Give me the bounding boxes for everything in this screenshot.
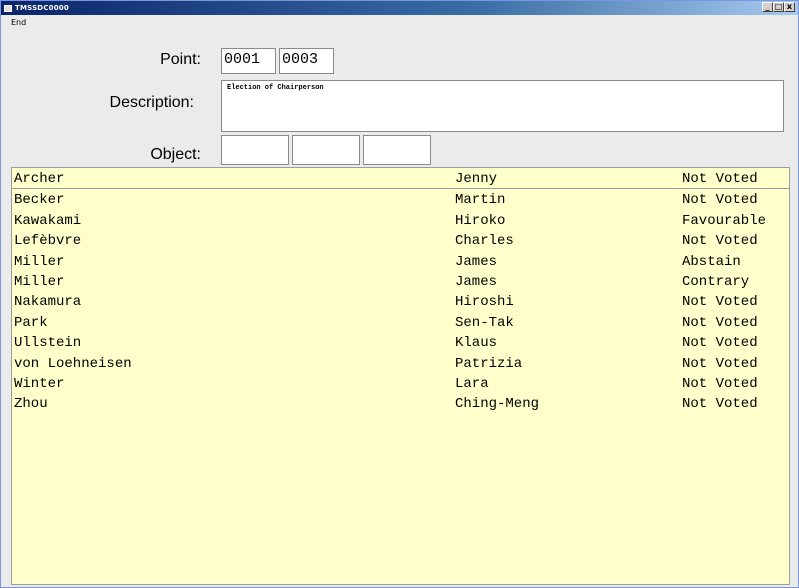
list-row[interactable]: Park Sen-Tak Not Voted bbox=[12, 312, 789, 332]
vote-status: Contrary bbox=[682, 273, 750, 290]
first-name: James bbox=[455, 253, 498, 270]
vote-status: Not Voted bbox=[682, 171, 758, 187]
last-name: Becker bbox=[14, 192, 65, 209]
last-name: Kawakami bbox=[14, 212, 82, 229]
list-row[interactable]: von Loehneisen Patrizia Not Voted bbox=[12, 353, 789, 373]
vote-status: Not Voted bbox=[682, 335, 758, 352]
vote-status: Not Voted bbox=[682, 396, 758, 413]
vote-status: Not Voted bbox=[682, 355, 758, 372]
vote-status: Not Voted bbox=[682, 294, 758, 311]
vote-status: Not Voted bbox=[682, 192, 758, 209]
point-label: Point: bbox=[160, 51, 201, 68]
first-name: James bbox=[455, 273, 498, 290]
list-row[interactable]: Kawakami Hiroko Favourable bbox=[12, 210, 789, 230]
first-name: Sen-Tak bbox=[455, 314, 514, 331]
last-name: Nakamura bbox=[14, 294, 82, 311]
last-name: Miller bbox=[14, 253, 65, 270]
first-name: Klaus bbox=[455, 335, 498, 352]
last-name: Park bbox=[14, 314, 48, 331]
title-bar[interactable]: TMSSDC0000 _ □ x bbox=[1, 1, 798, 15]
first-name: Charles bbox=[455, 233, 514, 250]
list-row[interactable]: Nakamura Hiroshi Not Voted bbox=[12, 291, 789, 311]
point-field-2[interactable]: 0003 bbox=[279, 48, 334, 74]
menu-item-end[interactable]: End bbox=[11, 18, 26, 27]
vote-status: Not Voted bbox=[682, 233, 758, 250]
vote-status: Not Voted bbox=[682, 375, 758, 392]
first-name: Jenny bbox=[455, 171, 498, 187]
list-row[interactable]: Archer Jenny Not Voted bbox=[12, 168, 789, 190]
list-row[interactable]: Miller James Abstain bbox=[12, 251, 789, 271]
close-button[interactable]: x bbox=[784, 2, 795, 12]
window-title: TMSSDC0000 bbox=[15, 4, 69, 12]
last-name: Ullstein bbox=[14, 335, 82, 352]
list-row[interactable]: Miller James Contrary bbox=[12, 271, 789, 291]
maximize-button[interactable]: □ bbox=[773, 2, 784, 12]
object-label: Object: bbox=[150, 146, 201, 163]
object-field-1[interactable] bbox=[221, 135, 289, 165]
last-name: Zhou bbox=[14, 396, 48, 413]
first-name: Hiroshi bbox=[455, 294, 514, 311]
vote-status: Favourable bbox=[682, 212, 767, 229]
point-field-1[interactable]: 0001 bbox=[221, 48, 276, 74]
last-name: Lefèbvre bbox=[14, 233, 82, 250]
list-row[interactable]: Zhou Ching-Meng Not Voted bbox=[12, 393, 789, 413]
description-field[interactable]: Election of Chairperson bbox=[221, 80, 784, 132]
last-name: von Loehneisen bbox=[14, 355, 132, 372]
vote-status: Abstain bbox=[682, 253, 741, 270]
vote-status: Not Voted bbox=[682, 314, 758, 331]
first-name: Martin bbox=[455, 192, 506, 209]
object-field-3[interactable] bbox=[363, 135, 431, 165]
minimize-button[interactable]: _ bbox=[762, 2, 773, 12]
last-name: Miller bbox=[14, 273, 65, 290]
list-row[interactable]: Winter Lara Not Voted bbox=[12, 373, 789, 393]
menu-bar: End bbox=[1, 15, 798, 29]
first-name: Ching-Meng bbox=[455, 396, 540, 413]
last-name: Winter bbox=[14, 375, 65, 392]
description-label: Description: bbox=[109, 94, 194, 111]
first-name: Lara bbox=[455, 375, 489, 392]
window-controls: _ □ x bbox=[762, 2, 795, 12]
list-row[interactable]: Becker Martin Not Voted bbox=[12, 189, 789, 209]
object-field-2[interactable] bbox=[292, 135, 360, 165]
list-row[interactable]: Lefèbvre Charles Not Voted bbox=[12, 230, 789, 250]
list-row[interactable]: Ullstein Klaus Not Voted bbox=[12, 332, 789, 352]
first-name: Hiroko bbox=[455, 212, 506, 229]
app-window: TMSSDC0000 _ □ x End Point: 0001 0003 De… bbox=[0, 0, 799, 588]
app-icon bbox=[4, 4, 12, 12]
first-name: Patrizia bbox=[455, 355, 523, 372]
last-name: Archer bbox=[14, 171, 65, 187]
vote-list[interactable]: Archer Jenny Not Voted Becker Martin Not… bbox=[11, 167, 790, 585]
